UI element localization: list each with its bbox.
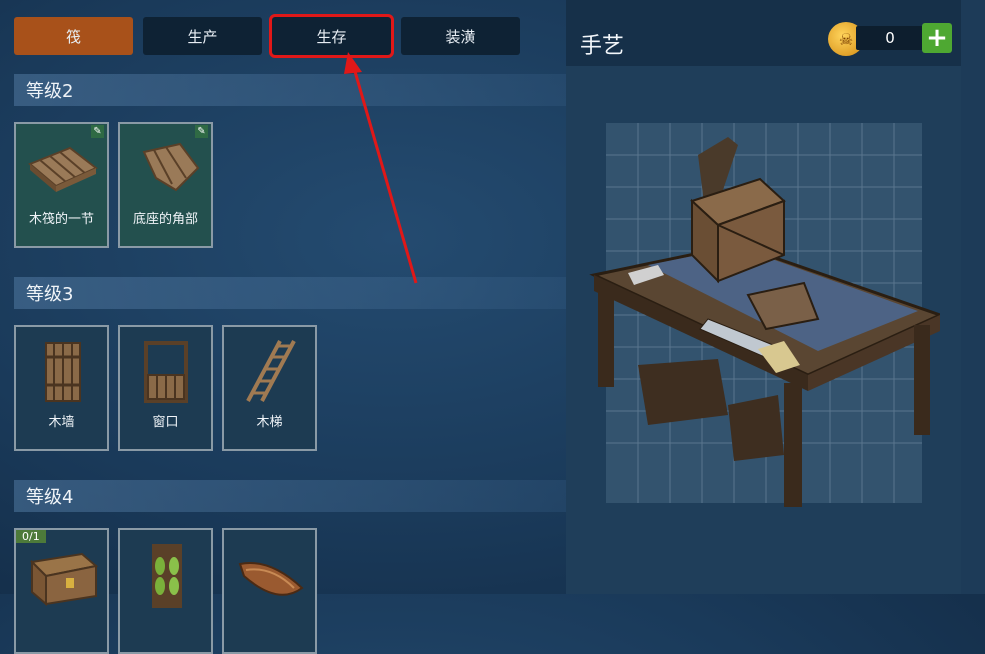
pencil-icon: ✎ [195,125,208,138]
level-3-grid: 木墙 窗口 木梯 [14,325,317,451]
level-4-grid: 0/1 [14,528,317,654]
crafting-table-image [589,123,940,507]
green-wall-image [151,544,182,608]
chest-image [29,552,98,607]
window-image [143,341,188,403]
base-corner-image [142,142,199,192]
add-currency-button[interactable]: + [922,23,952,53]
item-card-wood-ladder[interactable]: 木梯 [222,325,317,451]
level-header-4: 等级4 [14,480,566,512]
item-card-base-corner[interactable]: ✎ 底座的角部 [118,122,213,248]
detail-title: 手艺 [580,34,625,59]
item-label: 底座的角部 [132,212,198,227]
item-card-chest[interactable]: 0/1 [14,528,109,654]
ladder-image [245,340,296,402]
item-label: 窗口 [152,415,179,430]
tab-decoration[interactable]: 装潢 [401,17,520,55]
right-edge-panel [961,0,985,594]
item-label: 木筏的一节 [28,212,94,227]
level-header-2: 等级2 [14,74,566,106]
category-tabs: 筏 生产 生存 装潢 [14,14,520,58]
level-header-3: 等级3 [14,277,566,309]
item-count-badge: 0/1 [16,530,46,543]
crafting-list-panel: 筏 生产 生存 装潢 等级2 ✎ 木筏的一节 ✎ 底座的角部 等级3 木墙 窗口… [0,0,566,654]
item-label: 木梯 [256,415,283,430]
tab-production[interactable]: 生产 [143,17,262,55]
item-card-wood-wall[interactable]: 木墙 [14,325,109,451]
wood-wall-image [44,342,81,402]
item-card-raft-section[interactable]: ✎ 木筏的一节 [14,122,109,248]
currency-amount: 0 [856,26,924,50]
item-card-green-wall[interactable] [118,528,213,654]
raft-section-image [27,146,98,192]
boat-image [238,562,304,596]
pencil-icon: ✎ [91,125,104,138]
item-card-boat[interactable] [222,528,317,654]
tab-survival[interactable]: 生存 [269,14,394,58]
item-card-window[interactable]: 窗口 [118,325,213,451]
tab-raft[interactable]: 筏 [14,17,133,55]
level-2-grid: ✎ 木筏的一节 ✎ 底座的角部 [14,122,213,248]
item-label: 木墙 [48,415,75,430]
